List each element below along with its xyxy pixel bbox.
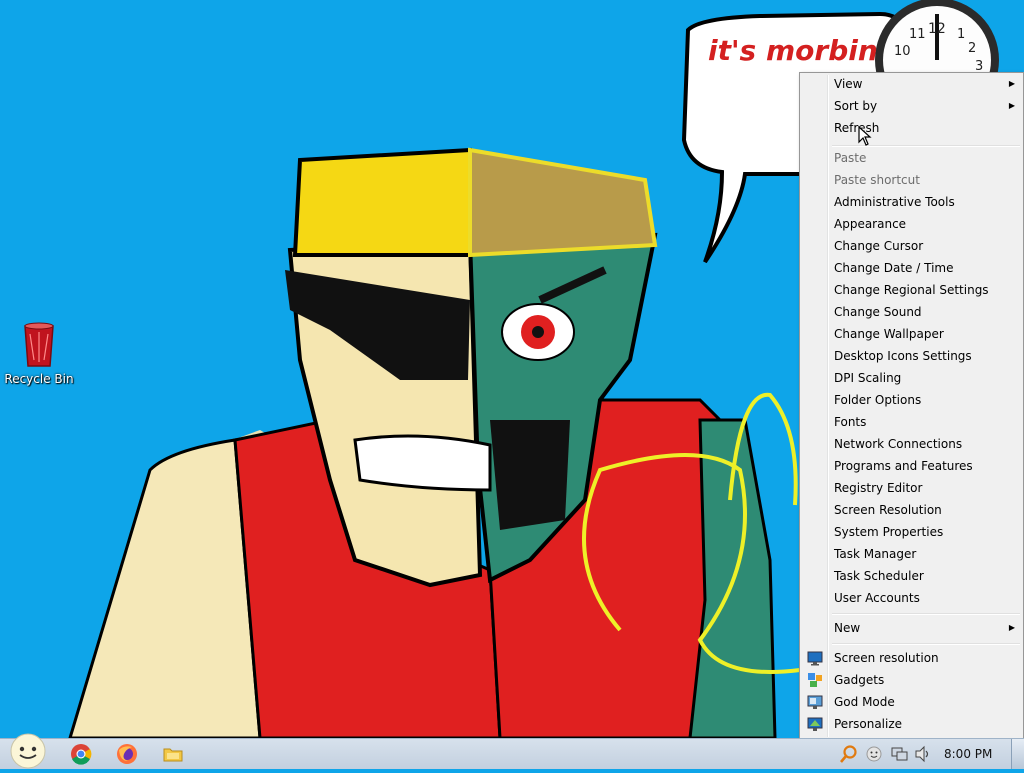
taskbar-explorer-button[interactable]: [160, 741, 186, 767]
menu-item-administrative-tools[interactable]: Administrative Tools: [802, 191, 1021, 213]
submenu-arrow-icon: ▶: [1008, 623, 1015, 632]
menu-item-screen-resolution-personalize[interactable]: Screen resolution: [802, 647, 1021, 669]
firefox-icon: [117, 744, 137, 764]
clock-numeral: 2: [968, 41, 976, 56]
menu-item-change-cursor[interactable]: Change Cursor: [802, 235, 1021, 257]
taskbar: 8:00 PM: [0, 733, 1024, 769]
menu-item-screen-resolution[interactable]: Screen Resolution: [802, 499, 1021, 521]
recycle-bin-desktop-icon[interactable]: Recycle Bin: [4, 320, 74, 386]
folder-icon: [163, 748, 183, 762]
recycle-bin-icon: [20, 320, 58, 368]
clock-numeral: 11: [909, 27, 926, 42]
taskbar-clock[interactable]: 8:00 PM: [944, 739, 992, 769]
menu-item-desktop-icons-settings[interactable]: Desktop Icons Settings: [802, 345, 1021, 367]
menu-item-change-sound[interactable]: Change Sound: [802, 301, 1021, 323]
menu-item-change-regional-settings[interactable]: Change Regional Settings: [802, 279, 1021, 301]
mouse-cursor-icon: [858, 126, 872, 146]
start-orb-icon: [10, 733, 46, 769]
menu-item-view[interactable]: View ▶: [802, 73, 1021, 95]
menu-item-change-wallpaper[interactable]: Change Wallpaper: [802, 323, 1021, 345]
clock-numeral: 1: [957, 27, 965, 42]
speech-bubble-text: it's morbin: [708, 34, 878, 67]
menu-item-paste-shortcut: Paste shortcut: [834, 173, 920, 187]
menu-item-new[interactable]: New ▶: [802, 617, 1021, 639]
submenu-arrow-icon: ▶: [1008, 79, 1015, 88]
tray-network-button[interactable]: [888, 741, 910, 767]
menu-item-dpi-scaling[interactable]: DPI Scaling: [802, 367, 1021, 389]
speaker-icon: [915, 745, 929, 763]
menu-item-task-manager[interactable]: Task Manager: [802, 543, 1021, 565]
personalize-icon: [807, 716, 823, 732]
menu-item-registry-editor[interactable]: Registry Editor: [802, 477, 1021, 499]
taskbar-chrome-button[interactable]: [68, 741, 94, 767]
menu-item-appearance[interactable]: Appearance: [802, 213, 1021, 235]
tray-search-button[interactable]: [838, 741, 860, 767]
menu-item-system-properties[interactable]: System Properties: [802, 521, 1021, 543]
menu-item-fonts[interactable]: Fonts: [802, 411, 1021, 433]
start-button[interactable]: [8, 733, 48, 769]
clock-numeral: 10: [894, 44, 911, 59]
search-icon: [840, 745, 857, 763]
menu-item-user-accounts[interactable]: User Accounts: [802, 587, 1021, 609]
submenu-arrow-icon: ▶: [1008, 101, 1015, 110]
monitor-icon: [807, 650, 823, 666]
menu-item-refresh[interactable]: Refresh: [802, 117, 1021, 139]
gadgets-icon: [807, 672, 823, 688]
menu-item-change-date-time[interactable]: Change Date / Time: [802, 257, 1021, 279]
menu-item-gadgets[interactable]: Gadgets: [802, 669, 1021, 691]
menu-item-programs-and-features[interactable]: Programs and Features: [802, 455, 1021, 477]
tray-emoji-button[interactable]: [864, 741, 884, 767]
show-desktop-button[interactable]: [1011, 739, 1024, 769]
menu-item-network-connections[interactable]: Network Connections: [802, 433, 1021, 455]
menu-item-sort-by[interactable]: Sort by ▶: [802, 95, 1021, 117]
god-mode-icon: [807, 694, 823, 710]
desktop-icon-label: Recycle Bin: [4, 372, 74, 386]
menu-item-paste: Paste: [834, 151, 867, 165]
menu-item-god-mode[interactable]: God Mode: [802, 691, 1021, 713]
desktop-context-menu: View ▶ Sort by ▶ Refresh Paste Paste short…: [799, 72, 1024, 740]
menu-separator: [832, 613, 1020, 615]
menu-item-folder-options[interactable]: Folder Options: [802, 389, 1021, 411]
menu-item-task-scheduler[interactable]: Task Scheduler: [802, 565, 1021, 587]
menu-item-personalize[interactable]: Personalize: [802, 713, 1021, 735]
network-icon: [891, 747, 908, 761]
taskbar-firefox-button[interactable]: [114, 741, 140, 767]
chrome-icon: [71, 744, 92, 765]
menu-separator: [832, 643, 1020, 645]
smiley-icon: [866, 746, 882, 762]
tray-volume-button[interactable]: [912, 741, 934, 767]
clock-numeral: 12: [928, 21, 946, 37]
